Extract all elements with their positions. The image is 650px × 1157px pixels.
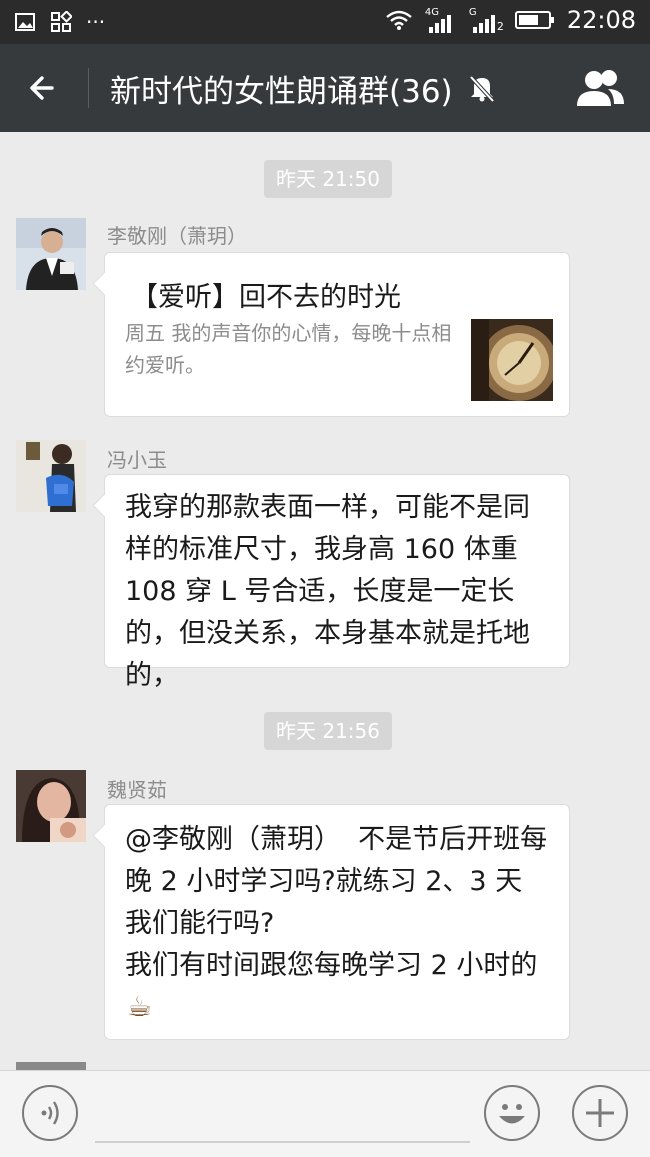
status-bar: ··· 4G G 2 22:08 [0, 0, 650, 44]
battery-icon [514, 11, 554, 29]
sender-name: 魏贤茹 [107, 778, 167, 802]
text-message[interactable]: @李敬刚（萧玥） 不是节后开班每晚 2 小时学习吗?就练习 2、3 天我们能行吗… [104, 804, 570, 1040]
card-thumbnail-clock-image [471, 319, 553, 401]
plus-icon [586, 1099, 614, 1127]
message-text: @李敬刚（萧玥） 不是节后开班每晚 2 小时学习吗?就练习 2、3 天我们能行吗… [125, 824, 548, 981]
link-card-message[interactable]: 【爱听】回不去的时光 周五 我的声音你的心情，每晚十点相约爱听。 [104, 252, 570, 417]
signal-4g-icon: 4G [425, 7, 457, 33]
signal-g-icon: G 2 [469, 7, 504, 33]
text-message[interactable]: 我穿的那款表面一样，可能不是同样的标准尺寸，我身高 160 体重 108 穿 L… [104, 474, 570, 691]
chat-title: 新时代的女性朗诵群(36) [110, 74, 453, 110]
coffee-emoji: ☕ [127, 990, 153, 1023]
card-title: 【爱听】回不去的时光 [131, 282, 401, 313]
more-notifications-icon: ··· [86, 10, 106, 34]
gallery-icon [15, 13, 35, 31]
apps-icon [51, 11, 72, 32]
group-members-icon[interactable] [574, 68, 626, 108]
more-functions-button[interactable] [572, 1085, 628, 1141]
voice-icon [41, 1101, 59, 1125]
chat-header: 新时代的女性朗诵群(36) [0, 44, 650, 132]
wifi-icon [386, 10, 412, 30]
emoji-button[interactable] [484, 1085, 540, 1141]
timestamp: 昨天 21:56 [264, 712, 392, 750]
avatar[interactable] [16, 218, 86, 290]
avatar[interactable] [16, 1062, 86, 1070]
smiley-icon [499, 1104, 525, 1124]
timestamp: 昨天 21:50 [264, 160, 392, 198]
card-description: 周五 我的声音你的心情，每晚十点相约爱听。 [125, 321, 452, 377]
clock: 22:08 [566, 6, 636, 34]
back-arrow-icon[interactable] [22, 66, 66, 110]
header-divider [88, 68, 89, 108]
sender-name: 李敬刚（萧玥） [107, 224, 247, 248]
message-input[interactable] [95, 1141, 470, 1143]
avatar[interactable] [16, 770, 86, 842]
sender-name: 冯小玉 [107, 448, 167, 472]
input-bar [0, 1070, 650, 1157]
mute-bell-icon [469, 75, 495, 103]
avatar[interactable] [16, 440, 86, 512]
sim-slot-label: 2 [496, 20, 504, 33]
message-text: 我穿的那款表面一样，可能不是同样的标准尺寸，我身高 160 体重 108 穿 L… [125, 492, 530, 691]
voice-input-button[interactable] [22, 1085, 78, 1141]
